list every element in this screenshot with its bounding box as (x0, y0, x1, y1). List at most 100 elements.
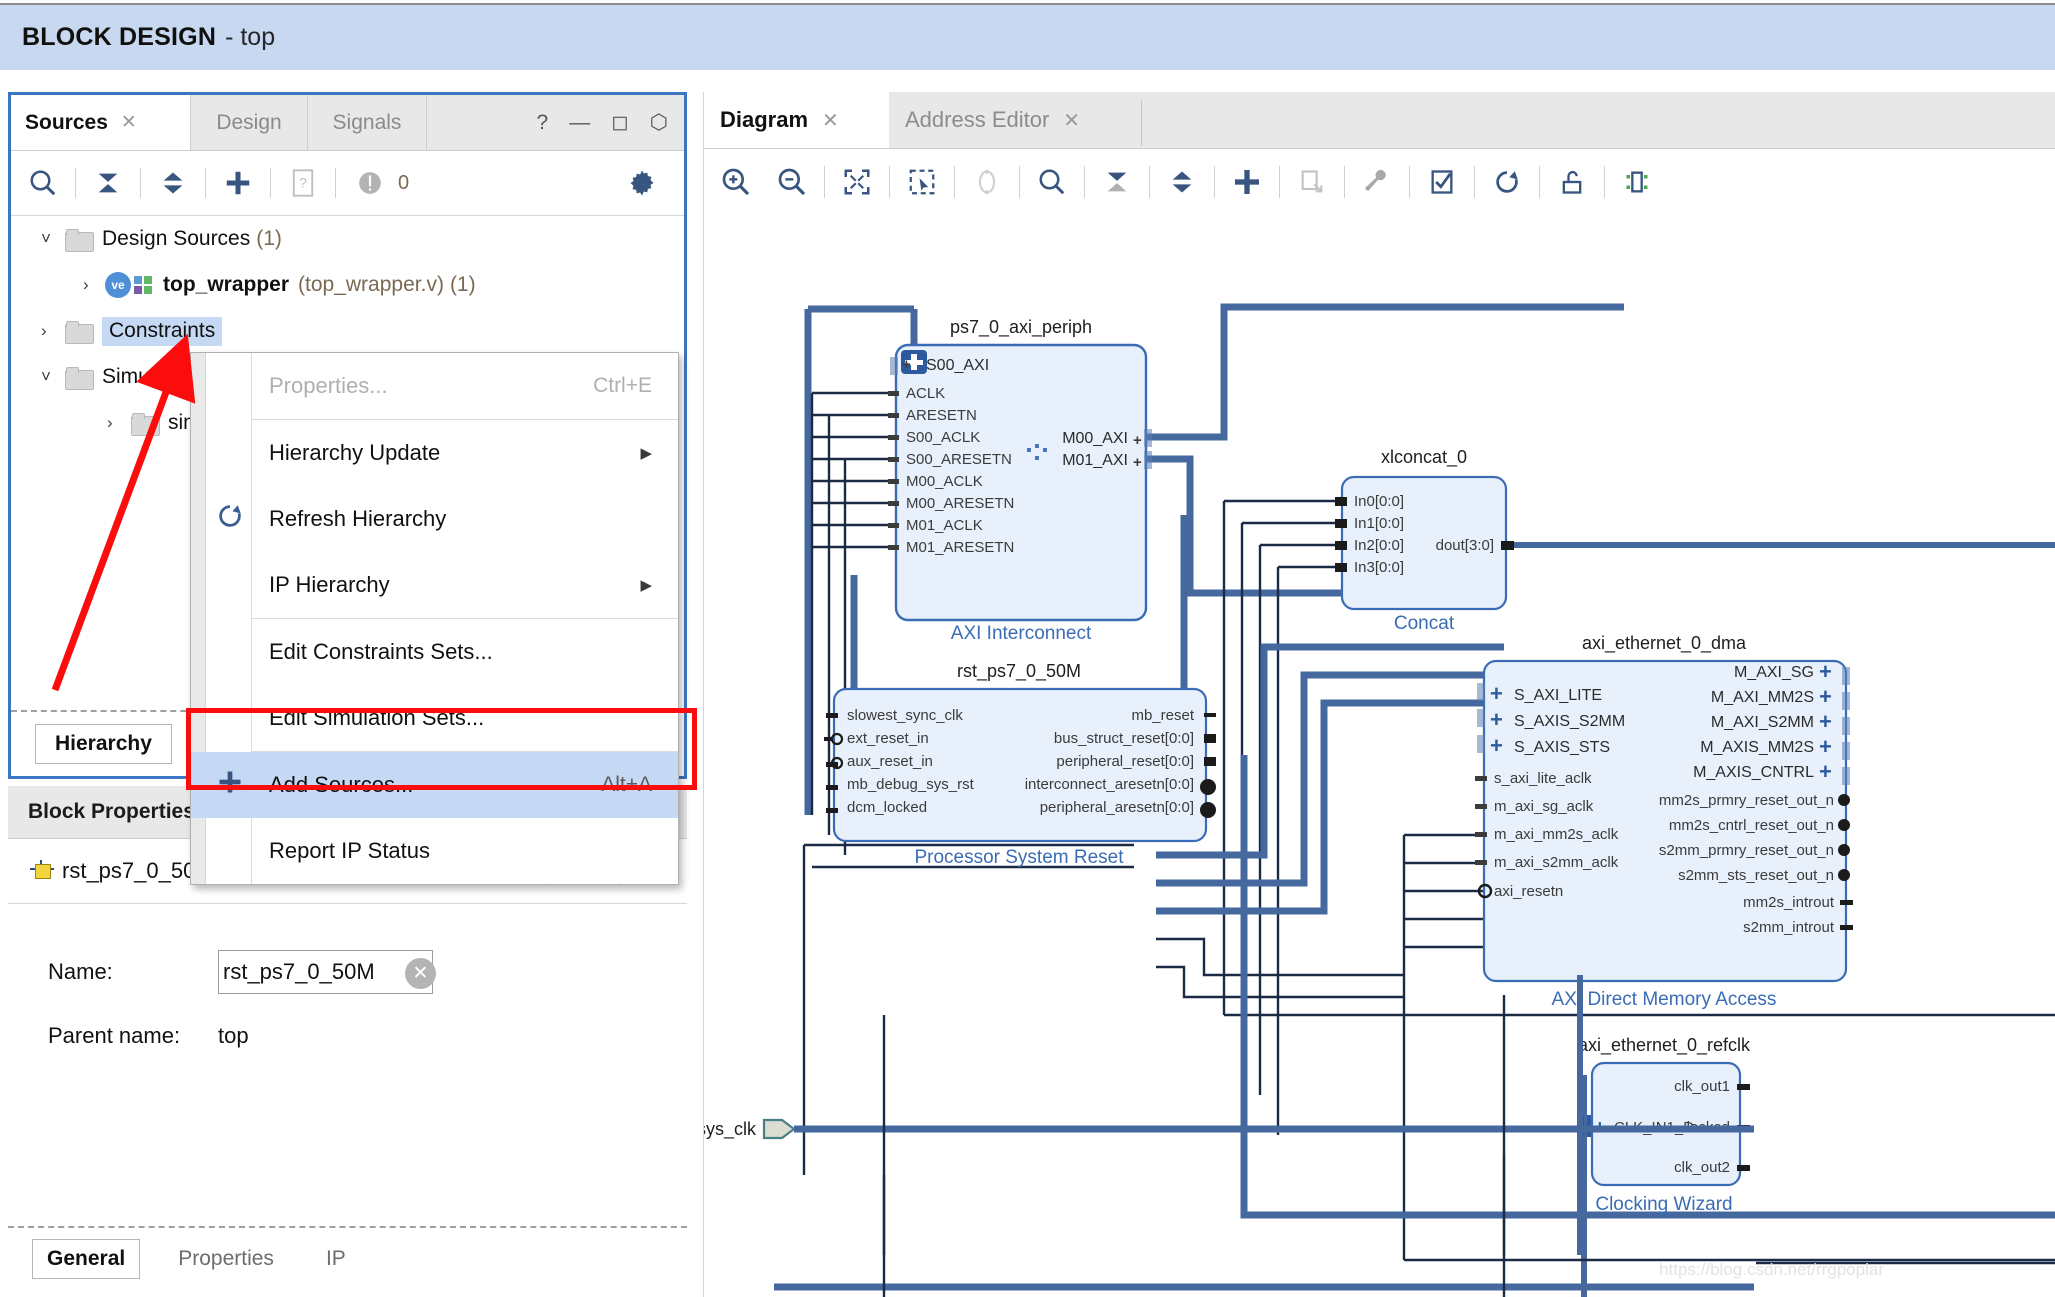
tab-signals[interactable]: Signals (308, 95, 427, 150)
sources-tabstrip: Sources ✕ Design Signals ? — ◻ ⬡ (11, 95, 684, 151)
copy-icon[interactable] (1288, 158, 1336, 206)
port-expand-icon[interactable]: + (1490, 733, 1503, 758)
tab-address-editor[interactable]: Address Editor ✕ (889, 92, 1139, 148)
menu-item-properties[interactable]: Properties... Ctrl+E (191, 353, 678, 419)
folder-icon (65, 228, 94, 252)
chevron-down-icon[interactable]: ˅ (41, 367, 63, 387)
close-icon[interactable]: ✕ (822, 108, 839, 133)
port-label: S00_ACLK (906, 429, 980, 446)
tab-ip[interactable]: IP (312, 1240, 360, 1278)
block-rst-ps7-0-50m[interactable]: rst_ps7_0_50M slowest_sync_clk ext_reset… (824, 661, 1216, 868)
block-ps7-0-axi-periph[interactable]: ps7_0_axi_periph + S00_AXI ACLK ARESETN … (888, 317, 1152, 644)
port-expand-icon[interactable]: + (1819, 759, 1832, 784)
menu-item-label: Edit Simulation Sets... (269, 705, 485, 730)
optimize-routing-icon[interactable] (1613, 158, 1661, 206)
divider (205, 168, 206, 198)
tab-design[interactable]: Design (191, 95, 308, 150)
expand-all-icon[interactable] (151, 161, 195, 205)
port-expand-icon[interactable]: + (1490, 707, 1503, 732)
port-label: dcm_locked (847, 799, 927, 816)
port-expand-icon[interactable]: + (1819, 684, 1832, 709)
port-label: m_axi_sg_aclk (1494, 798, 1594, 815)
warning-icon[interactable] (348, 161, 392, 205)
menu-item-refresh-hierarchy[interactable]: Refresh Hierarchy (191, 486, 678, 552)
block-axi-ethernet-0-dma[interactable]: axi_ethernet_0_dma + S_AXI_LITE + S_AXIS… (1475, 633, 1853, 1010)
validate-design-icon[interactable] (1418, 158, 1466, 206)
refresh-icon[interactable] (1483, 158, 1531, 206)
collapse-all-icon[interactable] (1093, 158, 1141, 206)
menu-item-accel: Ctrl+E (593, 374, 652, 397)
chevron-right-icon[interactable]: › (83, 275, 105, 295)
minimize-icon[interactable]: — (569, 112, 590, 133)
menu-item-ip-hierarchy[interactable]: IP Hierarchy ▶ (191, 552, 678, 618)
collapse-all-icon[interactable] (86, 161, 130, 205)
divider (1141, 100, 1142, 146)
port-expand-icon[interactable]: + (1819, 734, 1832, 759)
block-design-canvas[interactable]: ps7_0_axi_periph + S00_AXI ACLK ARESETN … (704, 215, 2055, 1297)
menu-item-hierarchy-update[interactable]: Hierarchy Update ▶ (191, 420, 678, 486)
zoom-in-icon[interactable] (712, 158, 760, 206)
zoom-selection-icon[interactable] (963, 158, 1011, 206)
tab-block-properties[interactable]: Block Properties (8, 786, 215, 838)
gear-icon[interactable] (620, 161, 664, 205)
add-ip-plus-icon[interactable] (1223, 158, 1271, 206)
port-expand-icon[interactable]: + (902, 356, 911, 373)
tab-sources[interactable]: Sources ✕ (11, 95, 191, 150)
menu-item-edit-constraints-sets[interactable]: Edit Constraints Sets... (191, 619, 678, 685)
name-field[interactable]: rst_ps7_0_50M ✕ (218, 950, 436, 994)
menu-item-report-ip-status[interactable]: Report IP Status (191, 818, 678, 884)
zoom-area-icon[interactable] (898, 158, 946, 206)
block-properties-body: Name: rst_ps7_0_50M ✕ Parent name: top (8, 904, 687, 1068)
chevron-right-icon[interactable]: › (41, 321, 63, 341)
regenerate-layout-icon[interactable] (1548, 158, 1596, 206)
port-label: bus_struct_reset[0:0] (1054, 730, 1194, 747)
watermark: https://blog.csdn.net/rrgpoplar (1659, 1260, 1884, 1279)
help-icon[interactable]: ? (537, 112, 549, 133)
menu-item-add-sources[interactable]: Add Sources... Alt+A (191, 752, 678, 818)
port-expand-icon[interactable]: + (1819, 709, 1832, 734)
banner-title: BLOCK DESIGN (22, 23, 217, 51)
menu-item-edit-simulation-sets[interactable]: Edit Simulation Sets... (191, 685, 678, 751)
tree-item-design-sources[interactable]: ˅ Design Sources (1) (11, 216, 684, 262)
chevron-right-icon[interactable]: › (107, 413, 129, 433)
port-expand-icon[interactable]: + (1490, 681, 1503, 706)
tree-item-constraints[interactable]: › Constraints (11, 308, 684, 354)
port-label: ARESETN (906, 407, 977, 424)
port-label: M01_ACLK (906, 517, 983, 534)
tab-general[interactable]: General (32, 1239, 141, 1279)
port-label: clk_out2 (1674, 1159, 1730, 1176)
block-xlconcat-0[interactable]: xlconcat_0 In0[0:0] In1[0:0] In2[0:0] In… (1335, 447, 1514, 634)
maximize-icon[interactable]: ◻ (611, 112, 628, 133)
parent-name-value: top (218, 1023, 249, 1048)
block-axi-ethernet-0-refclk[interactable]: axi_ethernet_0_refclk + CLK_IN1_D clk_ou… (1578, 1035, 1751, 1215)
expand-all-icon[interactable] (1158, 158, 1206, 206)
search-icon[interactable] (1028, 158, 1076, 206)
sources-toolbar: ? 0 (11, 151, 684, 216)
close-icon[interactable]: ✕ (1063, 108, 1080, 133)
chevron-down-icon[interactable]: ˅ (41, 229, 63, 249)
tab-design-label: Design (216, 110, 282, 134)
tab-address-editor-label: Address Editor (905, 107, 1050, 132)
zoom-out-icon[interactable] (768, 158, 816, 206)
tab-diagram[interactable]: Diagram ✕ (704, 92, 889, 148)
port-expand-icon[interactable]: + (1819, 659, 1832, 684)
tab-properties[interactable]: Properties (164, 1240, 288, 1278)
divider (335, 168, 336, 198)
float-icon[interactable]: ⬡ (650, 112, 668, 133)
port-expand-icon[interactable]: + (1133, 454, 1142, 471)
doc-question-icon[interactable]: ? (281, 161, 325, 205)
add-sources-plus-icon[interactable] (216, 161, 260, 205)
hierarchy-icon (134, 275, 153, 295)
port-label: mb_debug_sys_rst (847, 776, 975, 793)
clear-icon[interactable]: ✕ (405, 958, 436, 989)
close-icon[interactable]: ✕ (121, 111, 137, 134)
svg-text:?: ? (299, 175, 307, 191)
divider (140, 168, 141, 198)
wrench-icon[interactable] (1353, 158, 1401, 206)
search-icon[interactable] (21, 161, 65, 205)
verilog-icon: ve (105, 272, 131, 298)
port-expand-icon[interactable]: + (1133, 432, 1142, 449)
tree-item-top-wrapper[interactable]: › ve top_wrapper (top_wrapper.v) (1) (11, 262, 684, 308)
zoom-fit-icon[interactable] (833, 158, 881, 206)
tab-hierarchy[interactable]: Hierarchy (35, 724, 172, 764)
